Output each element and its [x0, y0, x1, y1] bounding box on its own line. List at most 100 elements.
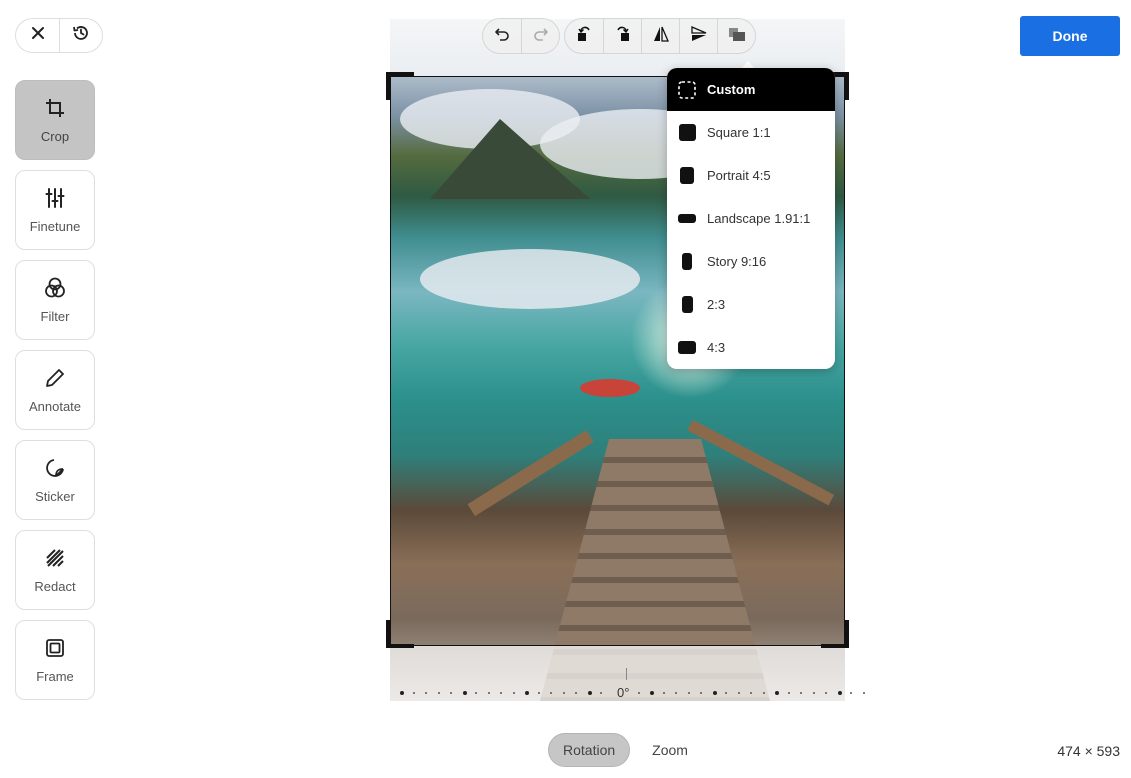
aspect-option-square[interactable]: Square 1:1 — [667, 111, 835, 154]
ruler-tick — [550, 692, 552, 694]
ruler-tick — [637, 692, 640, 694]
aspect-option-label: Portrait 4:5 — [707, 168, 771, 183]
portrait-ratio-icon — [680, 167, 694, 184]
crop-handle-bottom-right[interactable] — [821, 620, 849, 648]
ruler-tick — [600, 692, 602, 694]
tool-sidebar: Crop Finetune Filter Annotate Sticker Re… — [15, 80, 95, 710]
tool-label: Filter — [40, 309, 70, 324]
tab-rotation[interactable]: Rotation — [548, 733, 631, 767]
history-button[interactable] — [59, 19, 102, 52]
ruler-tick — [800, 692, 802, 694]
rotate-right-icon — [614, 25, 632, 48]
ruler-tick — [500, 692, 502, 694]
ruler-tick — [650, 691, 654, 695]
close-icon — [31, 26, 45, 45]
undo-button[interactable] — [483, 19, 521, 53]
ruler-tick — [525, 691, 529, 695]
ruler-tick — [850, 692, 852, 694]
ruler-tick — [812, 692, 815, 694]
ruler-tick — [825, 692, 827, 694]
crop-icon — [43, 96, 67, 120]
tool-label: Sticker — [35, 489, 75, 504]
aspect-option-landscape[interactable]: Landscape 1.91:1 — [667, 197, 835, 240]
story-ratio-icon — [682, 253, 692, 270]
flip-vertical-button[interactable] — [679, 19, 717, 53]
aspect-option-portrait[interactable]: Portrait 4:5 — [667, 154, 835, 197]
ruler-tick — [700, 692, 702, 694]
redact-icon — [43, 546, 67, 570]
tool-filter[interactable]: Filter — [15, 260, 95, 340]
aspect-option-label: Custom — [707, 82, 756, 97]
filter-circles-icon — [43, 276, 67, 300]
redo-icon — [533, 26, 549, 47]
landscape-ratio-icon — [678, 214, 696, 223]
aspect-option-2-3[interactable]: 2:3 — [667, 283, 835, 326]
ruler-tick — [562, 692, 565, 694]
ruler-tick — [787, 692, 790, 694]
flip-horizontal-icon — [652, 25, 670, 48]
redo-button[interactable] — [521, 19, 559, 53]
aspect-option-label: 2:3 — [707, 297, 726, 312]
aspect-ratio-icon — [728, 25, 746, 48]
tool-frame[interactable]: Frame — [15, 620, 95, 700]
ruler-tick — [412, 692, 415, 694]
frame-icon — [43, 636, 67, 660]
flip-vertical-icon — [690, 25, 708, 48]
aspect-option-4-3[interactable]: 4:3 — [667, 326, 835, 369]
top-left-controls — [15, 18, 103, 53]
tool-finetune[interactable]: Finetune — [15, 170, 95, 250]
ruler-tick — [762, 692, 765, 694]
ruler-tick — [675, 692, 677, 694]
undo-icon — [494, 26, 510, 47]
ruler-tick — [750, 692, 752, 694]
pencil-icon — [43, 366, 67, 390]
crop-handle-top-left[interactable] — [386, 72, 414, 100]
flip-horizontal-button[interactable] — [641, 19, 679, 53]
ruler-tick — [712, 691, 717, 695]
tool-label: Finetune — [29, 219, 81, 234]
sliders-icon — [43, 186, 67, 210]
transform-group — [564, 18, 756, 54]
rotation-ruler[interactable]: 0° — [395, 668, 865, 704]
aspect-option-story[interactable]: Story 9:16 — [667, 240, 835, 283]
tool-label: Annotate — [28, 399, 82, 414]
ruler-tick — [687, 692, 690, 694]
ruler-tick — [462, 691, 467, 695]
aspect-ratio-button[interactable] — [717, 19, 755, 53]
ratio-2-3-icon — [681, 296, 693, 313]
aspect-option-custom[interactable]: Custom — [667, 68, 835, 111]
ruler-tick — [425, 692, 427, 694]
ruler-tick — [737, 692, 740, 694]
history-group — [482, 18, 560, 54]
rotate-left-button[interactable] — [565, 19, 603, 53]
done-button[interactable]: Done — [1020, 16, 1120, 56]
ruler-tick — [775, 691, 779, 695]
custom-crop-icon — [678, 80, 696, 99]
tool-crop[interactable]: Crop — [15, 80, 95, 160]
tool-redact[interactable]: Redact — [15, 530, 95, 610]
ruler-tick — [437, 692, 440, 694]
rotate-left-icon — [575, 25, 593, 48]
square-ratio-icon — [678, 124, 696, 141]
ruler-tick — [587, 691, 592, 695]
rotate-right-button[interactable] — [603, 19, 641, 53]
aspect-ratio-menu: Custom Square 1:1 Portrait 4:5 Landscape… — [667, 68, 835, 369]
ruler-tick — [862, 692, 865, 694]
ruler-tick — [475, 692, 477, 694]
ruler-tick — [725, 692, 727, 694]
aspect-option-label: 4:3 — [707, 340, 726, 355]
history-icon — [72, 24, 90, 47]
ruler-tick — [662, 692, 665, 694]
tool-label: Frame — [36, 669, 74, 684]
image-editor: Crop Finetune Filter Annotate Sticker Re… — [0, 0, 1131, 778]
ruler-tick — [400, 691, 404, 695]
crop-handle-bottom-left[interactable] — [386, 620, 414, 648]
tool-label: Crop — [40, 129, 70, 144]
tab-zoom[interactable]: Zoom — [638, 733, 702, 767]
tool-annotate[interactable]: Annotate — [15, 350, 95, 430]
close-button[interactable] — [16, 19, 59, 52]
ruler-tick — [450, 692, 452, 694]
ruler-tick — [575, 692, 577, 694]
ruler-tick — [512, 692, 515, 694]
tool-sticker[interactable]: Sticker — [15, 440, 95, 520]
